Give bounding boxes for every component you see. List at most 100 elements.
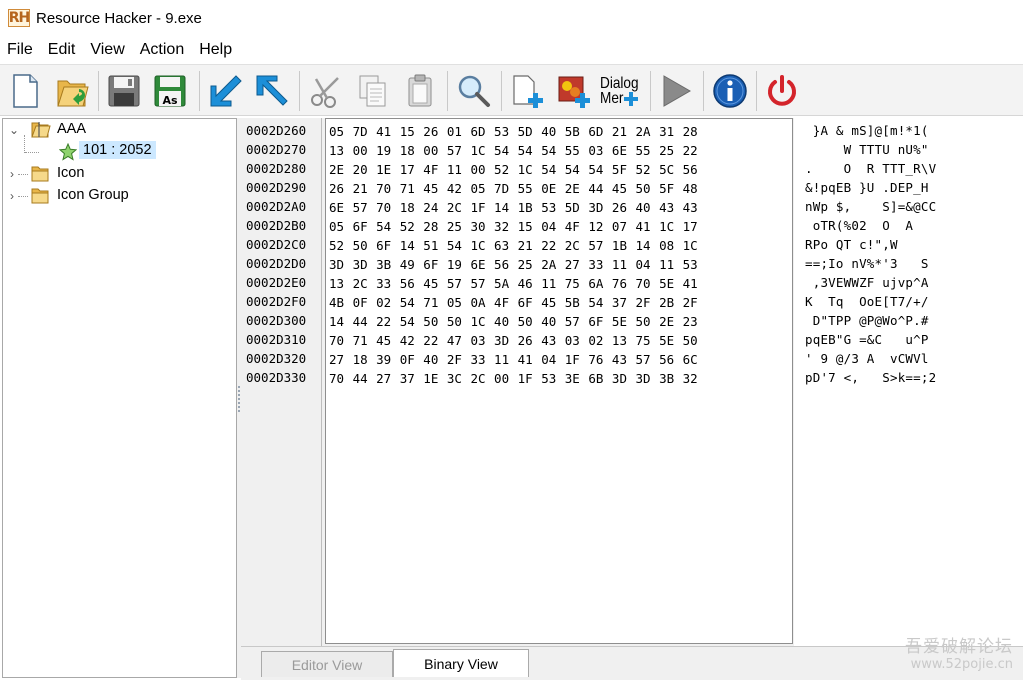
menu-bar: File Edit View Action Help: [0, 38, 240, 62]
add-image-resource-button[interactable]: [553, 69, 595, 113]
ascii-row[interactable]: oTR(%02 O A: [805, 216, 913, 235]
splitter-grip-icon[interactable]: [238, 386, 240, 412]
ascii-row[interactable]: &!pqEB }U .DEP_H: [805, 178, 929, 197]
tree-node-icon-label: Icon: [57, 165, 85, 181]
hex-address: 0002D290: [246, 180, 307, 195]
address-column: 0002D260 0002D270 0002D280 0002D290 0002D2A0…: [241, 118, 322, 646]
title-bar: RH Resource Hacker - 9.exe: [0, 0, 1023, 36]
ascii-row[interactable]: K Tq OoE[T7/+/: [805, 292, 929, 311]
new-document-icon: [13, 74, 38, 108]
arrow-down-left-icon: [210, 75, 242, 107]
play-icon: [663, 75, 692, 107]
tree-node-aaa-label: AAA: [57, 121, 87, 137]
cut-button[interactable]: [305, 69, 347, 113]
ascii-row[interactable]: ==;Io nV%*'3 S: [805, 254, 929, 273]
info-icon: [713, 74, 747, 108]
hex-address: 0002D2F0: [246, 294, 307, 309]
about-button[interactable]: [709, 69, 751, 113]
hex-address: 0002D300: [246, 313, 307, 328]
ascii-column[interactable]: }A & mS]@[m!*1( W TTTU nU%". O R TTT_R\V…: [794, 118, 1023, 646]
hex-bytes-row[interactable]: 27 18 39 0F 40 2F 33 11 41 04 1F 76 43 5…: [329, 350, 698, 369]
app-logo: RH: [8, 9, 30, 27]
new-file-button[interactable]: [4, 69, 46, 113]
ascii-row[interactable]: ,3VEWWZF ujvp^A: [805, 273, 929, 292]
dialog-menu-label-line2: Mer: [600, 90, 624, 107]
hex-address: 0002D2A0: [246, 199, 307, 214]
hex-address: 0002D2E0: [246, 275, 307, 290]
save-button[interactable]: [103, 69, 145, 113]
hex-address: 0002D270: [246, 142, 307, 157]
hex-address: 0002D2C0: [246, 237, 307, 252]
menu-edit[interactable]: Edit: [41, 41, 84, 59]
hex-bytes-row[interactable]: 05 6F 54 52 28 25 30 32 15 04 4F 12 07 4…: [329, 217, 698, 236]
hex-bytes-row[interactable]: 2E 20 1E 17 4F 11 00 52 1C 54 54 54 5F 5…: [329, 160, 698, 179]
open-folder-icon: [57, 80, 89, 107]
hex-bytes-row[interactable]: 6E 57 70 18 24 2C 1F 14 1B 53 5D 3D 26 4…: [329, 198, 698, 217]
compile-button[interactable]: [204, 69, 246, 113]
tab-editor-view[interactable]: Editor View: [261, 651, 393, 677]
star-icon: [59, 143, 77, 161]
menu-view[interactable]: View: [83, 41, 132, 59]
find-button[interactable]: [453, 69, 495, 113]
floppy-save-icon: [108, 75, 140, 107]
tree-node-101-2052-label: 101 : 2052: [79, 141, 156, 159]
run-button[interactable]: [655, 69, 697, 113]
resource-tree[interactable]: ⌄ AAA 101 : 2052 › Icon › Icon Group: [2, 118, 237, 678]
hex-bytes-row[interactable]: 26 21 70 71 45 42 05 7D 55 0E 2E 44 45 5…: [329, 179, 698, 198]
floppy-save-as-icon: As: [154, 75, 186, 107]
magnifier-icon: [458, 75, 490, 107]
menu-action[interactable]: Action: [133, 41, 192, 59]
hex-bytes-row[interactable]: 4B 0F 02 54 71 05 0A 4F 6F 45 5B 54 37 2…: [329, 293, 698, 312]
paste-button[interactable]: [399, 69, 441, 113]
ascii-row[interactable]: ' 9 @/3 A vCWVl: [805, 349, 929, 368]
hex-bytes-row[interactable]: 05 7D 41 15 26 01 6D 53 5D 40 5B 6D 21 2…: [329, 122, 698, 141]
hex-bytes-row[interactable]: 70 71 45 42 22 47 03 3D 26 43 03 02 13 7…: [329, 331, 698, 350]
exit-button[interactable]: [761, 69, 803, 113]
ascii-row[interactable]: D"TPP @P@Wo^P.#: [805, 311, 929, 330]
hex-bytes-row[interactable]: 13 2C 33 56 45 57 57 5A 46 11 75 6A 76 7…: [329, 274, 698, 293]
expand-chevron-icon[interactable]: ›: [10, 189, 14, 203]
hex-bytes-row[interactable]: 70 44 27 37 1E 3C 2C 00 1F 53 3E 6B 3D 3…: [329, 369, 698, 388]
go-to-button[interactable]: [250, 69, 292, 113]
ascii-row[interactable]: pD'7 <, S>k==;2: [805, 368, 936, 387]
save-as-button[interactable]: As: [149, 69, 191, 113]
hex-bytes-row[interactable]: 14 44 22 54 50 50 1C 40 50 40 57 6F 5E 5…: [329, 312, 698, 331]
menu-file[interactable]: File: [0, 41, 41, 59]
add-blank-resource-icon: [513, 75, 543, 108]
window-title: Resource Hacker - 9.exe: [36, 9, 202, 27]
hex-bytes-row[interactable]: 52 50 6F 14 51 54 1C 63 21 22 2C 57 1B 1…: [329, 236, 698, 255]
hex-address: 0002D260: [246, 123, 307, 138]
add-blank-resource-button[interactable]: [506, 69, 548, 113]
ascii-row[interactable]: RPo QT c!",W: [805, 235, 898, 254]
add-image-resource-icon: [558, 76, 590, 108]
ascii-row[interactable]: }A & mS]@[m!*1(: [805, 121, 929, 140]
hex-address: 0002D330: [246, 370, 307, 385]
ascii-row[interactable]: W TTTU nU%": [805, 140, 929, 159]
copy-icon: [359, 75, 386, 107]
hex-bytes-row[interactable]: 13 00 19 18 00 57 1C 54 54 54 55 03 6E 5…: [329, 141, 698, 160]
ascii-row[interactable]: . O R TTT_R\V: [805, 159, 936, 178]
expand-chevron-icon[interactable]: ›: [10, 167, 14, 181]
folder-open-icon: [31, 122, 51, 138]
ascii-row[interactable]: pqEB"G =&C u^P: [805, 330, 929, 349]
folder-icon: [31, 166, 49, 182]
copy-button[interactable]: [352, 69, 394, 113]
folder-icon: [31, 188, 49, 204]
watermark-line2: www.52pojie.cn: [910, 657, 1013, 672]
tree-node-icon-group-label: Icon Group: [57, 187, 129, 203]
binary-view: 0002D260 0002D270 0002D280 0002D290 0002D2A0…: [241, 118, 1023, 646]
paste-icon: [408, 74, 432, 107]
menu-help[interactable]: Help: [192, 41, 240, 59]
scissors-icon: [311, 77, 339, 108]
dialog-menu-label-line1: Dialog: [600, 75, 639, 92]
hex-bytes-column[interactable]: 05 7D 41 15 26 01 6D 53 5D 40 5B 6D 21 2…: [325, 118, 793, 644]
watermark-line1: 吾爱破解论坛: [905, 637, 1013, 657]
hex-address: 0002D310: [246, 332, 307, 347]
tab-binary-view[interactable]: Binary View: [393, 649, 529, 677]
dialog-menu-icon: [623, 91, 638, 106]
ascii-row[interactable]: nWp $, S]=&@CC: [805, 197, 936, 216]
collapse-chevron-icon[interactable]: ⌄: [9, 123, 19, 137]
hex-bytes-row[interactable]: 3D 3D 3B 49 6F 19 6E 56 25 2A 27 33 11 0…: [329, 255, 698, 274]
dialog-menu-button[interactable]: Dialog Mer: [600, 69, 644, 113]
open-file-button[interactable]: [52, 69, 94, 113]
